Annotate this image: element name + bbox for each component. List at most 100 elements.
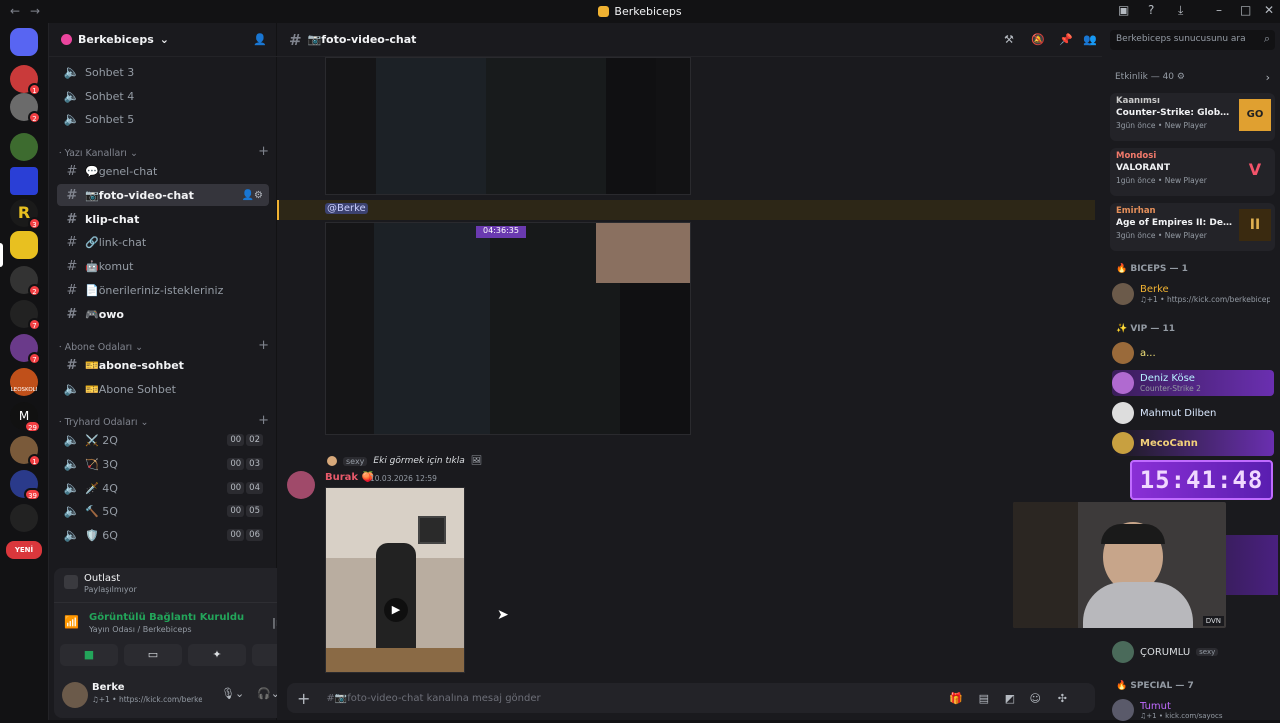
voice-channel[interactable]: 🔈 🔨 5Q 00 05 bbox=[57, 500, 269, 522]
member-item[interactable]: a... bbox=[1112, 340, 1277, 366]
emoji-icon[interactable]: ☺ bbox=[1030, 692, 1041, 705]
boost-icon bbox=[61, 34, 72, 45]
member-item[interactable]: Mahmut Dilben bbox=[1112, 400, 1277, 426]
discord-home-icon[interactable] bbox=[10, 28, 38, 56]
voice-channel[interactable]: 🔈 ⚔️ 2Q 00 02 bbox=[57, 429, 269, 451]
apps-icon[interactable]: ✣ bbox=[1058, 692, 1067, 705]
minimize-icon[interactable]: – bbox=[1216, 3, 1222, 17]
download-icon[interactable]: ⤓ bbox=[1178, 3, 1183, 18]
microphone-icon[interactable]: 🎙⌄ bbox=[221, 687, 244, 700]
game-icon bbox=[64, 575, 78, 589]
reply-avatar bbox=[327, 456, 337, 466]
text-channel[interactable]: # 🎮owo bbox=[57, 303, 269, 325]
message-image[interactable] bbox=[325, 57, 691, 195]
guild-4[interactable] bbox=[10, 167, 38, 195]
back-arrow-icon[interactable]: ← bbox=[10, 4, 20, 18]
activities-button[interactable]: ✦ bbox=[188, 644, 246, 666]
text-channel[interactable]: # 📄önerileriniz-istekleriniz bbox=[57, 279, 269, 301]
guild-6[interactable]: 2 bbox=[10, 266, 41, 297]
member-item[interactable]: Berke ♫+1 • https://kick.com/berkebiceps bbox=[1112, 281, 1277, 307]
member-item[interactable]: ÇORUMLU sexy bbox=[1112, 639, 1277, 665]
category-text[interactable]: ⸱ Yazı Kanalları ⌄ + bbox=[59, 144, 271, 159]
guild-8[interactable]: 7 bbox=[10, 334, 41, 365]
avatar bbox=[1112, 283, 1134, 305]
text-channel[interactable]: # 🔗link-chat bbox=[57, 231, 269, 253]
text-channel-selected[interactable]: # 📷foto-video-chat 👤⚙ bbox=[57, 184, 269, 206]
add-channel-icon[interactable]: + bbox=[258, 144, 269, 159]
guild-m[interactable]: M 29 bbox=[10, 402, 41, 433]
server-header[interactable]: Berkebiceps ⌄ 👤 bbox=[49, 23, 277, 57]
add-channel-icon[interactable]: + bbox=[258, 338, 269, 353]
gift-icon[interactable]: 🎁 bbox=[949, 692, 963, 705]
guild-7[interactable]: 7 bbox=[10, 300, 41, 331]
activity-header: Etkinlik — 40 ⚙ bbox=[1115, 72, 1185, 82]
play-icon[interactable]: ▶ bbox=[384, 598, 408, 622]
mention-pill[interactable]: @Berke bbox=[325, 203, 368, 214]
guild-11[interactable]: 1 bbox=[10, 436, 41, 467]
forward-arrow-icon[interactable]: → bbox=[30, 4, 40, 18]
camera-button[interactable]: ■ bbox=[60, 644, 118, 666]
voice-channel[interactable]: 🔈 🏹 3Q 00 03 bbox=[57, 453, 269, 475]
voice-channel[interactable]: 🔈 🗡️ 4Q 00 04 bbox=[57, 477, 269, 499]
text-channel[interactable]: # klip-chat bbox=[57, 208, 269, 230]
voice-channel[interactable]: 🔈 🎫Abone Sohbet bbox=[57, 378, 269, 400]
notification-bell-icon[interactable]: 🔕 bbox=[1031, 33, 1045, 46]
member-item[interactable]: Deniz Köse Counter-Strike 2 bbox=[1112, 370, 1274, 396]
gif-icon[interactable]: ▤ bbox=[979, 692, 989, 705]
voice-channel[interactable]: 🔈 Sohbet 5 bbox=[57, 108, 269, 130]
guild-1[interactable]: 1 bbox=[10, 65, 41, 96]
member-item[interactable]: Tumut ♫+1 • kick.com/sayocs bbox=[1112, 697, 1277, 723]
sticker-icon[interactable]: ◩ bbox=[1005, 692, 1015, 705]
guild-r[interactable]: R3 bbox=[10, 199, 41, 230]
activity-card[interactable]: Emirhan Age of Empires II: Definitiv... … bbox=[1110, 203, 1275, 251]
guild-12[interactable]: 39 bbox=[10, 470, 41, 501]
category-sub[interactable]: ⸱ Abone Odaları ⌄ + bbox=[59, 338, 271, 353]
voice-channel[interactable]: 🔈 🛡️ 6Q 00 06 bbox=[57, 524, 269, 546]
guild-3[interactable] bbox=[10, 133, 38, 161]
role-header: 🔥 BICEPS — 1 bbox=[1116, 264, 1188, 274]
member-item[interactable]: MecoCann bbox=[1112, 430, 1274, 456]
message-image[interactable]: 04:36:35 bbox=[325, 222, 691, 435]
activity-card[interactable]: Mondosi VALORANT 1gün önce • New Player … bbox=[1110, 148, 1275, 196]
image-icon: 🖼 bbox=[470, 456, 483, 466]
avatar[interactable] bbox=[62, 682, 88, 708]
help-icon[interactable]: ? bbox=[1148, 3, 1154, 17]
avatar[interactable] bbox=[287, 471, 315, 499]
text-channel[interactable]: # 🎫abone-sohbet bbox=[57, 354, 269, 376]
new-server-button[interactable]: YENİ bbox=[6, 537, 42, 565]
guild-leoskoli[interactable]: LEOSKOLI bbox=[10, 368, 38, 396]
search-input[interactable]: Berkebiceps sunucusunu ara ⌕ bbox=[1110, 30, 1275, 50]
category-tryhard[interactable]: ⸱ Tryhard Odaları ⌄ + bbox=[59, 413, 271, 428]
close-icon[interactable]: ✕ bbox=[1264, 3, 1274, 17]
voice-channel[interactable]: 🔈 Sohbet 3 bbox=[57, 61, 269, 83]
screen-share-button[interactable]: ▭ bbox=[124, 644, 182, 666]
speaker-icon: 🔈 bbox=[63, 111, 81, 127]
threads-icon[interactable]: ⚒ bbox=[1004, 33, 1014, 46]
speaker-icon: 🔈 bbox=[63, 456, 81, 472]
message-author[interactable]: Burak 🍑 bbox=[325, 472, 374, 483]
message-input[interactable]: #📷foto-video-chat kanalına mesaj gönder bbox=[326, 693, 540, 704]
add-user-icon[interactable]: 👤 bbox=[253, 33, 267, 46]
guild-13[interactable] bbox=[10, 504, 38, 532]
pin-icon[interactable]: 📌 bbox=[1059, 33, 1073, 46]
video-attachment[interactable]: ▶ bbox=[325, 487, 465, 673]
chevron-right-icon[interactable]: › bbox=[1266, 71, 1270, 84]
settings-gear-icon[interactable]: 👤⚙ bbox=[242, 190, 263, 201]
member-list-icon[interactable]: 👥 bbox=[1083, 33, 1097, 46]
inbox-icon[interactable]: ▣ bbox=[1118, 3, 1129, 17]
guild-2[interactable]: 2 bbox=[10, 93, 41, 124]
add-attachment-icon[interactable]: + bbox=[297, 689, 310, 708]
text-channel[interactable]: # 💬genel-chat bbox=[57, 160, 269, 182]
activity-card[interactable]: Kaanımsı Counter-Strike: Global Off... 3… bbox=[1110, 93, 1275, 141]
webcam-overlay: DVN bbox=[1013, 502, 1226, 628]
reply-preview[interactable]: sexy Eki görmek için tıkla 🖼 bbox=[327, 456, 482, 466]
guild-berkebiceps[interactable] bbox=[10, 231, 38, 259]
speaker-icon: 🔈 bbox=[63, 381, 81, 397]
avatar bbox=[1112, 432, 1134, 454]
add-channel-icon[interactable]: + bbox=[258, 413, 269, 428]
window-title: Berkebiceps bbox=[598, 5, 682, 18]
text-channel[interactable]: # 🤖komut bbox=[57, 255, 269, 277]
voice-channel[interactable]: 🔈 Sohbet 4 bbox=[57, 85, 269, 107]
maximize-icon[interactable]: □ bbox=[1240, 3, 1251, 17]
user-limit-badge: 00 04 bbox=[227, 482, 263, 494]
